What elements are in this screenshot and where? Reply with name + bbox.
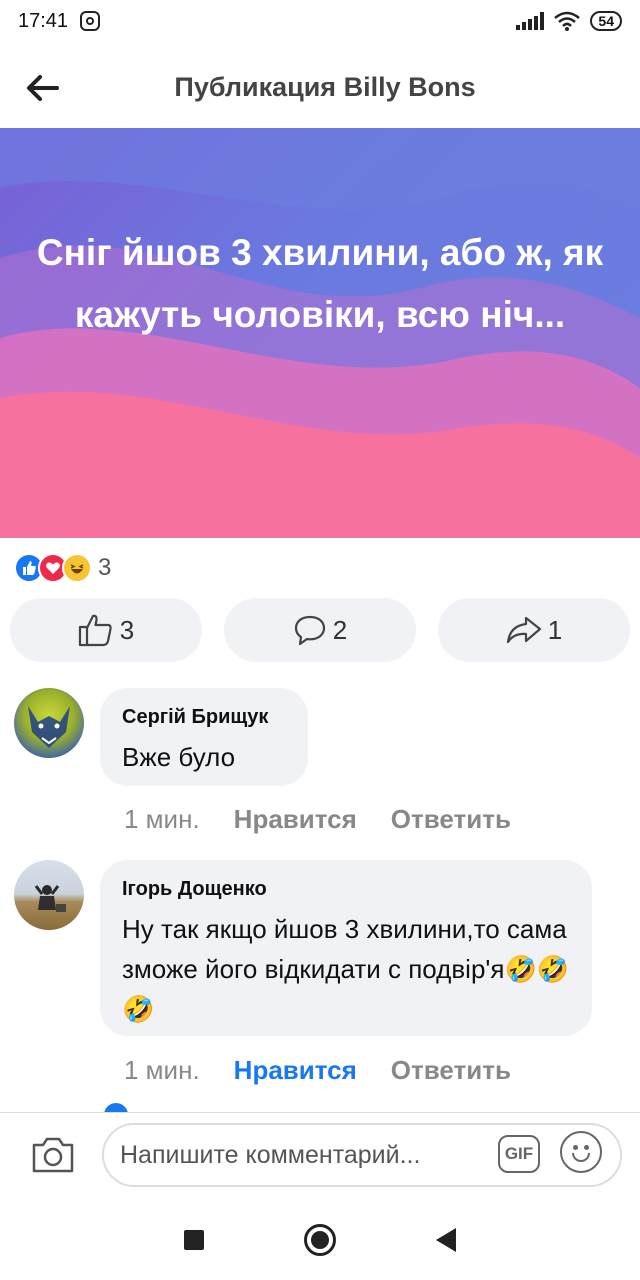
comment-time: 1 мин. — [124, 1055, 200, 1085]
instagram-icon — [80, 11, 101, 31]
emoji-icon[interactable] — [560, 1131, 602, 1173]
system-navigation-bar — [0, 1200, 640, 1280]
comment-author[interactable]: Ігорь Дощенко — [122, 878, 570, 901]
avatar[interactable] — [14, 860, 84, 930]
home-button[interactable] — [304, 1224, 336, 1256]
like-count: 3 — [119, 614, 135, 645]
status-time: 17:41 — [18, 9, 69, 32]
share-button[interactable]: 1 — [438, 598, 630, 662]
post-text: Сніг йшов 3 хвилини, або ж, як кажуть чо… — [36, 232, 604, 335]
reactions-count: 3 — [98, 554, 112, 581]
comment-text: Ну так якщо йшов 3 хвилини,то сама зможе… — [122, 914, 570, 1024]
header: Публикация Billy Bons — [0, 44, 640, 130]
comment-button[interactable]: 2 — [224, 598, 416, 662]
comment-reply-button[interactable]: Ответить — [391, 804, 511, 835]
haha-reaction-icon — [62, 553, 92, 583]
share-count: 1 — [547, 614, 563, 645]
comment-meta: 1 мин. Нравится Ответить — [124, 804, 511, 835]
thumbs-up-icon — [78, 614, 112, 647]
person-avatar-image — [34, 885, 66, 912]
comment-like-button[interactable]: Нравится — [234, 804, 357, 835]
comment-time: 1 мин. — [124, 804, 200, 834]
comment-bubble[interactable]: Ігорь Дощенко Ну так якщо йшов 3 хвилини… — [100, 860, 592, 1036]
wolf-avatar-image — [28, 706, 70, 748]
gif-button[interactable]: GIF — [498, 1135, 540, 1173]
comment-like-button[interactable]: Нравится — [234, 1055, 357, 1086]
comment-text: Вже було — [122, 742, 236, 772]
page-title: Публикация Billy Bons — [174, 72, 476, 102]
camera-button[interactable] — [30, 1135, 76, 1180]
comment-count: 2 — [332, 614, 348, 645]
recents-button[interactable] — [184, 1230, 204, 1250]
comment-icon — [294, 615, 325, 646]
comment-input-placeholder: Напишите комментарий... — [120, 1140, 421, 1169]
camera-icon — [32, 1137, 74, 1173]
status-bar: 17:41 54 — [0, 0, 640, 42]
signal-icon — [516, 12, 545, 30]
post-card[interactable]: Сніг йшов 3 хвилини, або ж, як кажуть чо… — [0, 128, 640, 538]
comment-author[interactable]: Сергій Брищук — [122, 706, 286, 729]
comment-composer: Напишите комментарий... GIF — [0, 1112, 640, 1200]
like-button[interactable]: 3 — [10, 598, 202, 662]
share-icon — [506, 616, 541, 644]
avatar[interactable] — [14, 688, 84, 758]
comment-bubble[interactable]: Сергій Брищук Вже було — [100, 688, 308, 786]
comment-input[interactable]: Напишите комментарий... GIF — [102, 1123, 622, 1187]
wifi-icon — [554, 11, 581, 31]
system-back-button[interactable] — [436, 1228, 456, 1252]
post-actions: 3 2 1 — [10, 598, 630, 662]
comment-reply-button[interactable]: Ответить — [391, 1055, 511, 1086]
reactions-summary[interactable]: 3 — [14, 548, 111, 588]
comment-meta: 1 мин. Нравится Ответить — [124, 1055, 511, 1086]
battery-indicator: 54 — [590, 11, 622, 31]
